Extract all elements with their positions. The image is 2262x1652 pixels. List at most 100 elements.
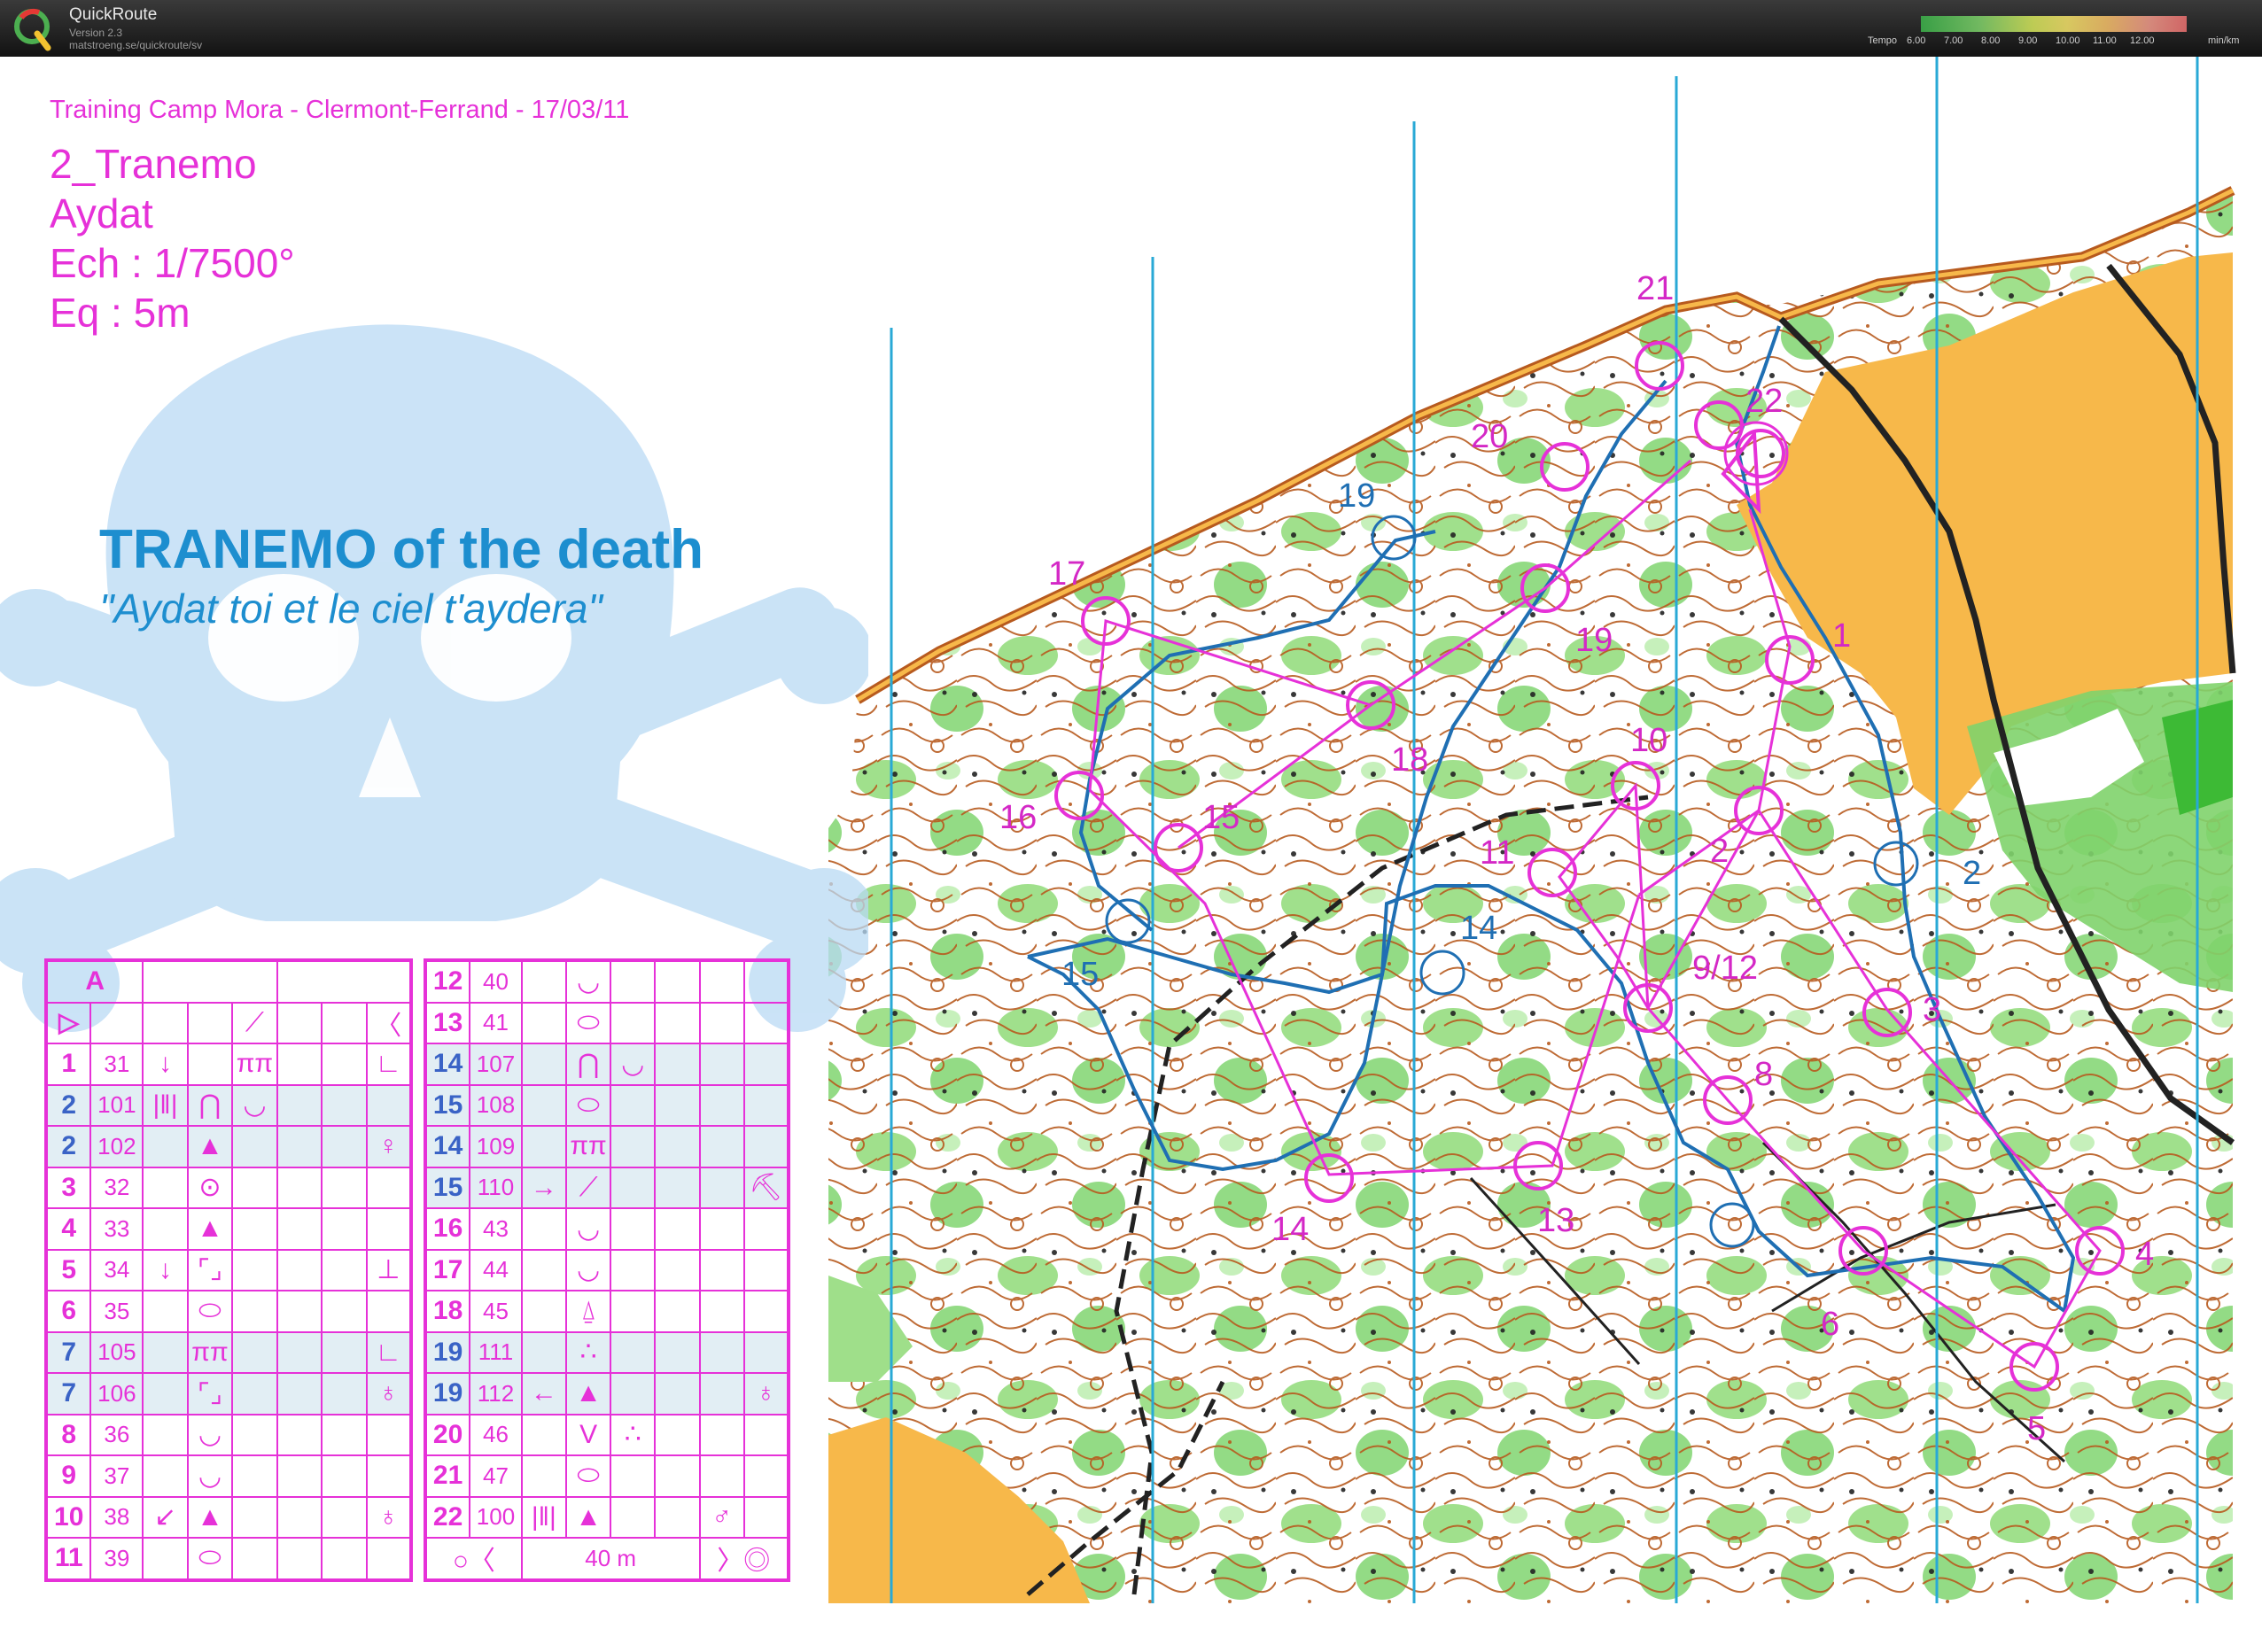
dimension-cell — [276, 1454, 323, 1498]
which-feature-cell — [520, 959, 567, 1004]
location-cell — [321, 1537, 368, 1581]
description-row: 21 47 ⬭ — [424, 1454, 790, 1498]
control-number-cell: 8 — [44, 1413, 92, 1456]
dimension-cell — [276, 1290, 323, 1333]
location-cell — [698, 1125, 745, 1168]
control-code-cell: 111 — [469, 1330, 523, 1374]
appearance-symbol-cell — [231, 1495, 278, 1539]
location-cell — [321, 1043, 368, 1086]
which-feature-cell — [520, 1290, 567, 1333]
description-header-row: A — [44, 959, 413, 1004]
location-cell — [698, 1330, 745, 1374]
control-code-cell: 107 — [469, 1043, 523, 1086]
feature-symbol-cell: ⬭ — [564, 1454, 612, 1498]
other-info-cell — [742, 1495, 790, 1539]
control-number-cell: 21 — [424, 1454, 471, 1498]
feature-symbol-cell: ⍙ — [564, 1290, 612, 1333]
control-label: 8 — [1754, 1056, 1773, 1093]
control-number-cell: 19 — [424, 1372, 471, 1415]
dimension-cell — [654, 1248, 701, 1291]
other-info-cell: ♁ — [365, 1495, 413, 1539]
feature-symbol-cell: ⬭ — [564, 1001, 612, 1044]
control-label: 2 — [1710, 833, 1729, 870]
appearance-symbol-cell — [231, 1248, 278, 1291]
control-label: 15 — [1202, 799, 1240, 836]
control-code-cell: 100 — [469, 1495, 523, 1539]
control-label: 21 — [1636, 270, 1674, 307]
description-row: 12 40 ◡ — [424, 959, 790, 1004]
description-row: 9 37 ◡ — [44, 1454, 413, 1498]
other-info-cell — [365, 1290, 413, 1333]
control-code-cell: 37 — [89, 1454, 144, 1498]
description-row: ▷ ⟋ 〈 — [44, 1001, 413, 1044]
control-label: 5 — [2027, 1410, 2046, 1447]
dimension-cell — [654, 1001, 701, 1044]
location-cell — [698, 1166, 745, 1209]
description-row: 7 106 ⌜⌟ ♁ — [44, 1372, 413, 1415]
other-info-cell: ⛏ — [742, 1166, 790, 1209]
which-feature-cell — [520, 1043, 567, 1086]
control-number-cell: 3 — [44, 1166, 92, 1209]
control-description-table-left: A ▷ ⟋ 〈 1 31 ↓ ππ ∟ 2 101 |‖| ⋂ ◡ 2 102 ▲ ♀ 3 32 ⊙ 4 33 ▲ 5 34 ↓ ⌜⌟… — [44, 958, 413, 1582]
appearance-symbol-cell — [231, 1413, 278, 1456]
location-cell — [698, 959, 745, 1004]
location-cell — [321, 1372, 368, 1415]
control-code-cell: 101 — [89, 1083, 144, 1127]
other-info-cell — [365, 1537, 413, 1581]
description-row: 19 111 ∴ — [424, 1330, 790, 1374]
description-row: 2 102 ▲ ♀ — [44, 1125, 413, 1168]
control-label: 16 — [999, 799, 1037, 836]
control-number-cell: 15 — [424, 1166, 471, 1209]
control-number-cell: 14 — [424, 1043, 471, 1086]
which-feature-cell — [142, 1290, 189, 1333]
dimension-cell — [276, 1330, 323, 1374]
other-info-cell — [742, 1001, 790, 1044]
control-number-cell: ▷ — [44, 1001, 92, 1044]
description-row: 1 31 ↓ ππ ∟ — [44, 1043, 413, 1086]
feature-symbol-cell: ◡ — [564, 1207, 612, 1251]
appearance-symbol-cell: ⟋ — [231, 1001, 278, 1044]
contour-interval: Eq : 5m — [50, 290, 190, 336]
appearance-symbol-cell — [610, 1248, 657, 1291]
control-number-cell: 15 — [424, 1083, 471, 1127]
appearance-symbol-cell — [610, 1330, 657, 1374]
other-info-cell: 〈 — [365, 1001, 413, 1044]
feature-symbol-cell: ⬭ — [186, 1537, 234, 1581]
appearance-symbol-cell — [231, 1125, 278, 1168]
dimension-cell — [654, 1083, 701, 1127]
location-cell — [698, 1001, 745, 1044]
other-info-cell — [742, 1043, 790, 1086]
control-number-cell: 11 — [44, 1537, 92, 1581]
area-name: Aydat — [50, 190, 153, 237]
feature-symbol-cell: ⋂ — [186, 1083, 234, 1127]
appearance-symbol-cell: ∴ — [610, 1413, 657, 1456]
feature-symbol-cell: ◡ — [186, 1454, 234, 1498]
control-code-cell: 38 — [89, 1495, 144, 1539]
control-code-cell: 110 — [469, 1166, 523, 1209]
other-info-cell — [742, 1083, 790, 1127]
dimension-cell — [654, 1413, 701, 1456]
which-feature-cell: → — [520, 1166, 567, 1209]
feature-symbol-cell: ▲ — [186, 1125, 234, 1168]
description-row: 15 110 → ⟋ ⛏ — [424, 1166, 790, 1209]
control-code-cell: 34 — [89, 1248, 144, 1291]
feature-symbol-cell: ▲ — [564, 1495, 612, 1539]
finish-symbol-cell: 〉◎ — [698, 1537, 790, 1581]
control-number-cell: 22 — [424, 1495, 471, 1539]
control-number-cell: 19 — [424, 1330, 471, 1374]
description-row: 10 38 ↙ ▲ ♁ — [44, 1495, 413, 1539]
appearance-symbol-cell — [231, 1537, 278, 1581]
control-number-cell: 9 — [44, 1454, 92, 1498]
location-cell — [321, 1001, 368, 1044]
feature-symbol-cell: ◡ — [564, 1248, 612, 1291]
other-info-cell: ♀ — [365, 1125, 413, 1168]
control-code-cell: 46 — [469, 1413, 523, 1456]
dimension-cell — [654, 1043, 701, 1086]
feature-symbol-cell: ∴ — [564, 1330, 612, 1374]
dimension-cell — [276, 1083, 323, 1127]
description-row: 13 41 ⬭ — [424, 1001, 790, 1044]
control-label: 4 — [2135, 1236, 2154, 1273]
control-number-cell: 17 — [424, 1248, 471, 1291]
appearance-symbol-cell — [231, 1330, 278, 1374]
which-feature-cell — [142, 1207, 189, 1251]
